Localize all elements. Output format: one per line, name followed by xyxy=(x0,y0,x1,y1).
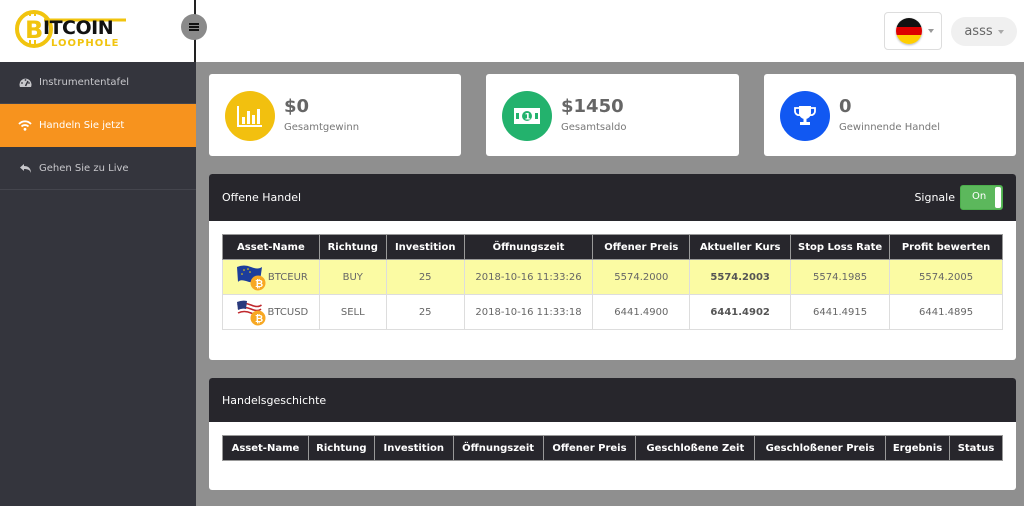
sidebar-item-label: Handeln Sie jetzt xyxy=(39,119,125,131)
investment-cell: 25 xyxy=(385,294,465,330)
column-header[interactable]: Asset-Name xyxy=(222,435,309,461)
column-header[interactable]: Geschloßene Zeit xyxy=(635,435,756,461)
direction-cell: SELL xyxy=(318,294,387,330)
stat-label: Gesamtsaldo xyxy=(561,122,627,133)
investment-cell: 25 xyxy=(385,259,465,295)
table-header-row: Asset-Name Richtung Investition Öffnungs… xyxy=(222,234,1003,260)
stop-loss-cell: 6441.4915 xyxy=(790,294,891,330)
open-trades-header: Offene Handel Signale On xyxy=(209,174,1016,221)
stat-value: $0 xyxy=(284,96,310,117)
signals-control: Signale On xyxy=(914,185,1003,210)
sidebar-item-label: Gehen Sie zu Live xyxy=(39,162,129,174)
panel-title: Handelsgeschichte xyxy=(222,393,327,407)
stat-card-total-profit: $0 Gesamtgewinn xyxy=(209,74,461,156)
asset-cell: ₿ BTCEUR xyxy=(222,259,320,295)
column-header[interactable]: Geschloßener Preis xyxy=(754,435,887,461)
signals-toggle[interactable]: On xyxy=(960,185,1003,210)
stat-card-total-balance: 1 $1450 Gesamtsaldo xyxy=(486,74,739,156)
reply-arrow-icon xyxy=(18,161,32,175)
trade-history-panel: Handelsgeschichte Asset-Name Richtung In… xyxy=(209,378,1016,490)
current-rate-cell: 5574.2003 xyxy=(689,259,792,295)
open-price-cell: 5574.2000 xyxy=(592,259,691,295)
username: asss xyxy=(964,24,993,39)
column-header[interactable]: Stop Loss Rate xyxy=(790,234,891,260)
column-header[interactable]: Richtung xyxy=(318,234,387,260)
sidebar-item-go-live[interactable]: Gehen Sie zu Live xyxy=(0,147,196,190)
profit-cell: 6441.4895 xyxy=(889,294,1003,330)
sidebar-item-dashboard[interactable]: Instrumententafel xyxy=(0,62,196,104)
trade-history-table: Asset-Name Richtung Investition Öffnungs… xyxy=(222,435,1004,461)
trade-history-header: Handelsgeschichte xyxy=(209,378,1016,422)
table-header-row: Asset-Name Richtung Investition Öffnungs… xyxy=(222,435,1004,461)
chevron-down-icon xyxy=(928,29,934,33)
direction-cell: BUY xyxy=(318,259,387,295)
stat-card-winning-trades: 0 Gewinnende Handel xyxy=(764,74,1016,156)
toggle-state: On xyxy=(972,191,987,202)
chevron-down-icon xyxy=(997,29,1004,34)
column-header[interactable]: Offener Preis xyxy=(592,234,691,260)
money-bill-icon: 1 xyxy=(502,91,552,141)
asset-name: BTCUSD xyxy=(267,306,309,318)
open-time-cell: 2018-10-16 11:33:26 xyxy=(463,259,594,295)
column-header[interactable]: Investition xyxy=(373,435,454,461)
language-selector[interactable] xyxy=(884,12,942,50)
signals-label: Signale xyxy=(914,191,955,204)
logo-text-loophole: LOOPHOLE xyxy=(51,38,120,49)
user-menu-button[interactable]: asss xyxy=(951,17,1017,46)
column-header[interactable]: Investition xyxy=(385,234,465,260)
column-header[interactable]: Öffnungszeit xyxy=(452,435,544,461)
svg-text:1: 1 xyxy=(525,113,531,123)
profit-cell: 5574.2005 xyxy=(889,259,1003,295)
svg-text:₿: ₿ xyxy=(255,313,263,325)
panel-title: Offene Handel xyxy=(222,191,302,204)
sidebar-item-trade-now[interactable]: Handeln Sie jetzt xyxy=(0,104,196,147)
column-header[interactable]: Ergebnis xyxy=(885,435,950,461)
asset-name: BTCEUR xyxy=(267,271,308,283)
dashboard-icon xyxy=(18,76,32,90)
bitcoin-loophole-logo[interactable]: B ITCOIN LOOPHOLE xyxy=(14,8,132,54)
eu-bitcoin-icon: ₿ xyxy=(234,263,268,291)
germany-flag-icon xyxy=(896,18,922,44)
table-row[interactable]: ₿ BTCUSD SELL 25 2018-10-16 11:33:18 644… xyxy=(222,294,1003,330)
column-header[interactable]: Richtung xyxy=(307,435,375,461)
column-header[interactable]: Asset-Name xyxy=(222,234,320,260)
menu-toggle-button[interactable] xyxy=(181,14,207,40)
open-trades-panel: Offene Handel Signale On Asset-Name Rich… xyxy=(209,174,1016,360)
sidebar-item-label: Instrumententafel xyxy=(39,77,130,88)
column-header[interactable]: Aktueller Kurs xyxy=(689,234,792,260)
wifi-icon xyxy=(18,118,32,132)
trophy-icon xyxy=(780,91,830,141)
logo-text-bitcoin: ITCOIN xyxy=(43,17,114,39)
open-trades-table: Asset-Name Richtung Investition Öffnungs… xyxy=(222,234,1003,330)
column-header[interactable]: Status xyxy=(948,435,1004,461)
hamburger-icon xyxy=(189,26,199,28)
current-rate-cell: 6441.4902 xyxy=(689,294,792,330)
svg-text:₿: ₿ xyxy=(255,278,263,290)
open-price-cell: 6441.4900 xyxy=(592,294,691,330)
column-header[interactable]: Offener Preis xyxy=(542,435,637,461)
toggle-knob xyxy=(995,187,1001,208)
open-time-cell: 2018-10-16 11:33:18 xyxy=(463,294,594,330)
asset-cell: ₿ BTCUSD xyxy=(222,294,320,330)
table-row[interactable]: ₿ BTCEUR BUY 25 2018-10-16 11:33:26 5574… xyxy=(222,259,1003,295)
stat-label: Gewinnende Handel xyxy=(839,122,940,133)
column-header[interactable]: Öffnungszeit xyxy=(463,234,594,260)
sidebar: Instrumententafel Handeln Sie jetzt Gehe… xyxy=(0,62,196,506)
top-header: B ITCOIN LOOPHOLE asss xyxy=(0,0,1024,62)
svg-text:B: B xyxy=(25,16,43,44)
stop-loss-cell: 5574.1985 xyxy=(790,259,891,295)
bar-chart-icon xyxy=(225,91,275,141)
column-header[interactable]: Profit bewerten xyxy=(889,234,1003,260)
stat-label: Gesamtgewinn xyxy=(284,122,360,133)
us-bitcoin-icon: ₿ xyxy=(234,298,268,326)
stat-value: 0 xyxy=(839,96,852,117)
stat-value: $1450 xyxy=(561,96,624,117)
